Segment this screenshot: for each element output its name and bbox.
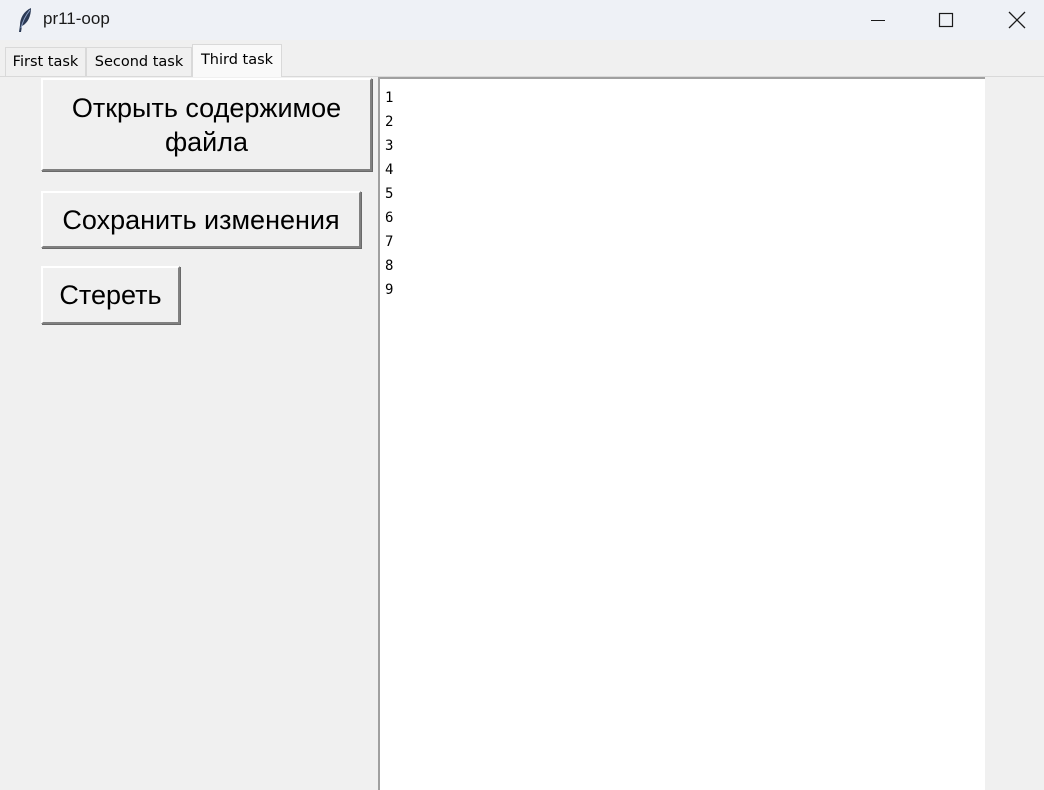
editor-line: 8 xyxy=(385,258,394,274)
minimize-button[interactable] xyxy=(843,0,913,40)
open-file-label-line2: файла xyxy=(164,126,249,157)
open-file-button[interactable]: Открыть содержимое файла xyxy=(41,78,372,171)
editor-line: 9 xyxy=(385,282,394,298)
editor-line: 3 xyxy=(385,138,394,154)
text-editor[interactable]: 1 2 3 4 5 6 7 8 9 xyxy=(378,77,985,790)
save-changes-button[interactable]: Сохранить изменения xyxy=(41,191,361,248)
editor-line: 5 xyxy=(385,186,394,202)
editor-line: 1 xyxy=(385,90,394,106)
close-button[interactable] xyxy=(982,0,1044,40)
tab-third-task[interactable]: Third task xyxy=(192,44,282,77)
window-title: pr11-oop xyxy=(43,9,110,28)
editor-line: 4 xyxy=(385,162,394,178)
maximize-button[interactable] xyxy=(911,0,981,40)
close-icon xyxy=(1008,11,1026,29)
open-file-button-label: Открыть содержимое файла xyxy=(72,91,341,159)
tab-second-task[interactable]: Second task xyxy=(86,47,192,76)
app-window: pr11-oop First task Second task Third ta… xyxy=(0,0,1044,790)
editor-lines: 1 2 3 4 5 6 7 8 9 xyxy=(385,86,393,302)
clear-button[interactable]: Стереть xyxy=(41,266,180,324)
editor-line: 2 xyxy=(385,114,394,130)
editor-line: 7 xyxy=(385,234,394,250)
maximize-icon xyxy=(938,12,954,28)
tab-first-task[interactable]: First task xyxy=(5,47,86,76)
minimize-icon xyxy=(871,20,885,21)
open-file-label-line1: Открыть содержимое xyxy=(71,92,342,123)
feather-icon xyxy=(16,7,34,33)
editor-line: 6 xyxy=(385,210,394,226)
tab-content-panel: Открыть содержимое файла Сохранить измен… xyxy=(4,77,1044,790)
title-bar[interactable]: pr11-oop xyxy=(0,0,1044,40)
